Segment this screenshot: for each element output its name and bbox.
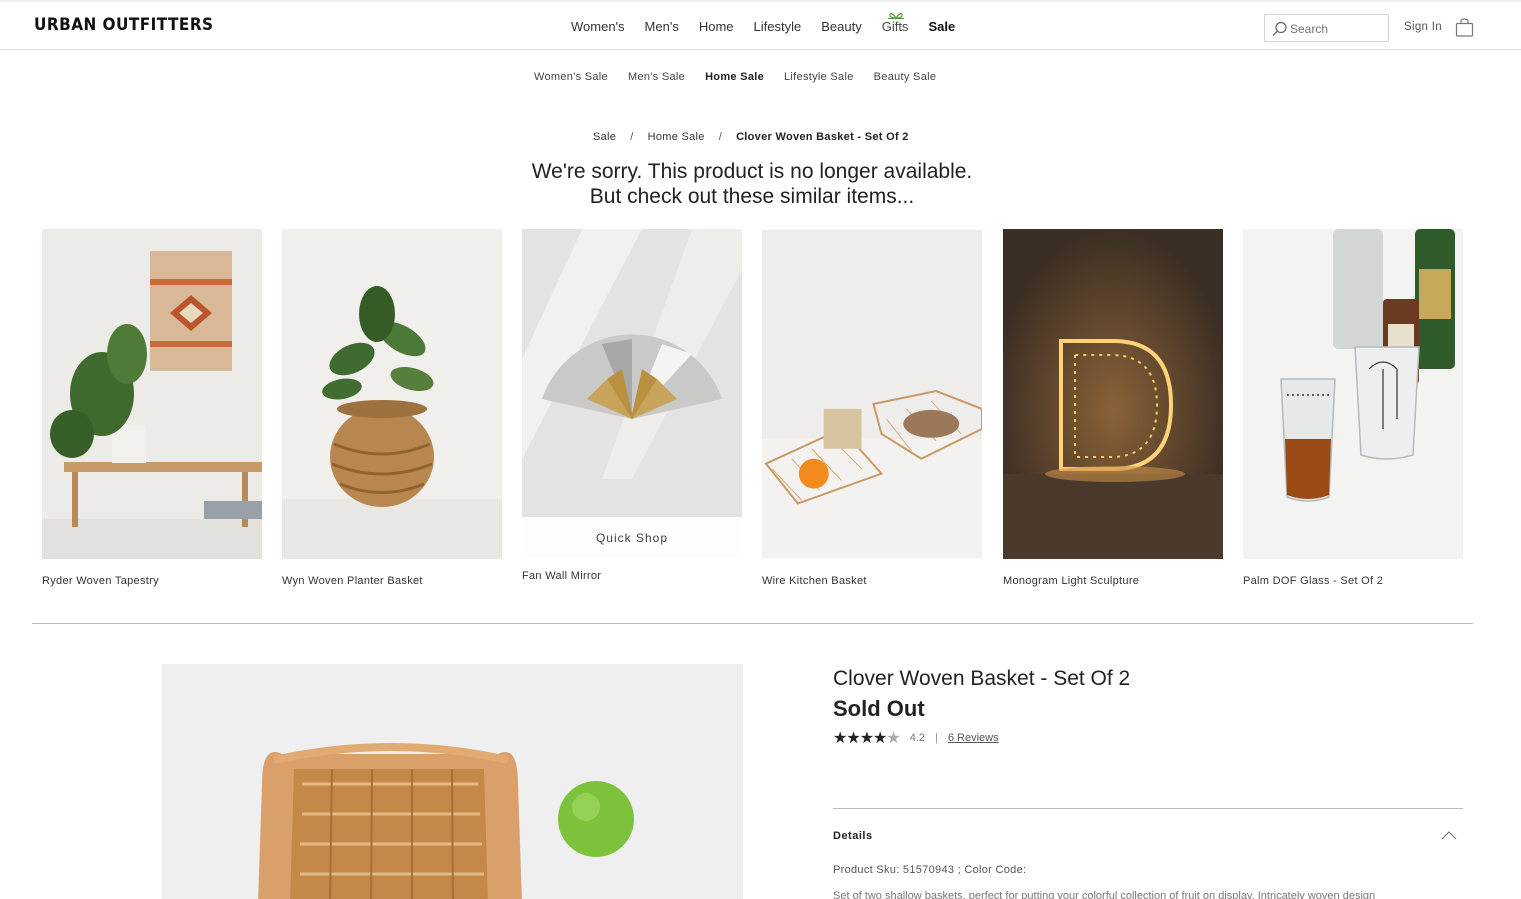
breadcrumb-separator: / bbox=[718, 131, 723, 143]
similar-item-card[interactable]: Quick Shop Fan Wall Mirror bbox=[522, 229, 742, 582]
section-divider bbox=[32, 623, 1473, 624]
similar-item-card[interactable]: Wyn Woven Planter Basket bbox=[282, 229, 502, 587]
similar-item-card[interactable]: Monogram Light Sculpture bbox=[1003, 229, 1223, 587]
product-name[interactable]: Monogram Light Sculpture bbox=[1003, 575, 1223, 587]
rating-separator: | bbox=[935, 732, 938, 744]
product-name[interactable]: Ryder Woven Tapestry bbox=[42, 575, 262, 587]
search-input[interactable] bbox=[1290, 20, 1385, 38]
breadcrumb: Sale / Home Sale / Clover Woven Basket -… bbox=[593, 131, 909, 143]
breadcrumb-sale[interactable]: Sale bbox=[593, 131, 616, 143]
product-name[interactable]: Wyn Woven Planter Basket bbox=[282, 575, 502, 587]
similar-item-card[interactable]: Palm DOF Glass - Set Of 2 bbox=[1243, 229, 1463, 587]
nav-mens[interactable]: Men's bbox=[645, 19, 679, 34]
product-rating: ★★★★★ 4.2 | 6 Reviews bbox=[833, 728, 999, 748]
details-divider bbox=[833, 808, 1463, 809]
product-image[interactable] bbox=[1003, 229, 1223, 559]
nav-beauty[interactable]: Beauty bbox=[821, 19, 861, 34]
rating-stars: ★★★★★ bbox=[833, 728, 901, 748]
shopping-bag-icon[interactable] bbox=[1455, 17, 1474, 37]
nav-sale[interactable]: Sale bbox=[928, 19, 955, 34]
reviews-link[interactable]: 6 Reviews bbox=[948, 732, 999, 744]
subnav-beauty-sale[interactable]: Beauty Sale bbox=[874, 71, 937, 83]
product-image[interactable]: Quick Shop bbox=[522, 229, 742, 559]
site-logo[interactable]: URBAN OUTFITTERS bbox=[34, 15, 214, 35]
unavailable-line-2: But check out these similar items... bbox=[589, 185, 915, 208]
breadcrumb-current: Clover Woven Basket - Set Of 2 bbox=[736, 131, 909, 143]
filled-stars: ★★★★ bbox=[833, 730, 887, 747]
product-image[interactable] bbox=[762, 229, 983, 559]
rating-value: 4.2 bbox=[909, 732, 926, 744]
quick-shop-button[interactable]: Quick Shop bbox=[522, 517, 742, 559]
subnav-home-sale[interactable]: Home Sale bbox=[705, 71, 764, 83]
nav-lifestyle[interactable]: Lifestyle bbox=[754, 19, 802, 34]
subnav-mens-sale[interactable]: Men's Sale bbox=[628, 71, 685, 83]
unavailable-message: We're sorry. This product is no longer a… bbox=[0, 159, 1504, 209]
product-name[interactable]: Wire Kitchen Basket bbox=[762, 575, 982, 587]
search-icon bbox=[1272, 21, 1287, 36]
product-title: Clover Woven Basket - Set Of 2 bbox=[833, 667, 1131, 690]
product-name[interactable]: Fan Wall Mirror bbox=[522, 570, 742, 582]
empty-star: ★ bbox=[886, 730, 900, 747]
sign-in-link[interactable]: Sign In bbox=[1404, 21, 1442, 33]
gift-bow-icon bbox=[887, 13, 904, 19]
nav-gifts-label: Gifts bbox=[881, 19, 909, 34]
product-image[interactable] bbox=[282, 229, 502, 559]
chevron-up-icon[interactable] bbox=[1441, 830, 1457, 840]
unavailable-line-1: We're sorry. This product is no longer a… bbox=[531, 160, 973, 183]
nav-womens[interactable]: Women's bbox=[571, 19, 625, 34]
subnav-lifestyle-sale[interactable]: Lifestyle Sale bbox=[784, 71, 854, 83]
product-name[interactable]: Palm DOF Glass - Set Of 2 bbox=[1243, 575, 1463, 587]
product-sku: Product Sku: 51570943 ; Color Code: bbox=[833, 864, 1027, 876]
sale-subnav: Women's Sale Men's Sale Home Sale Lifest… bbox=[534, 71, 956, 83]
product-hero-image[interactable] bbox=[162, 664, 743, 899]
nav-home[interactable]: Home bbox=[699, 19, 734, 34]
product-description: Set of two shallow baskets, perfect for … bbox=[833, 890, 1376, 899]
fan-mirror-illustration bbox=[522, 229, 742, 559]
sold-out-status: Sold Out bbox=[833, 696, 925, 721]
breadcrumb-home-sale[interactable]: Home Sale bbox=[648, 131, 705, 143]
nav-gifts[interactable]: Gifts bbox=[881, 13, 909, 34]
product-image[interactable] bbox=[1243, 229, 1463, 559]
main-nav: Women's Men's Home Lifestyle Beauty Gift… bbox=[571, 13, 975, 34]
breadcrumb-separator: / bbox=[630, 131, 634, 143]
product-image[interactable] bbox=[42, 229, 262, 559]
details-heading[interactable]: Details bbox=[833, 830, 873, 842]
similar-item-card[interactable]: Wire Kitchen Basket bbox=[762, 229, 983, 587]
similar-item-card[interactable]: Ryder Woven Tapestry bbox=[42, 229, 262, 587]
subnav-womens-sale[interactable]: Women's Sale bbox=[534, 71, 608, 83]
search-box[interactable] bbox=[1264, 14, 1389, 42]
site-header: URBAN OUTFITTERS Women's Men's Home Life… bbox=[0, 0, 1521, 50]
